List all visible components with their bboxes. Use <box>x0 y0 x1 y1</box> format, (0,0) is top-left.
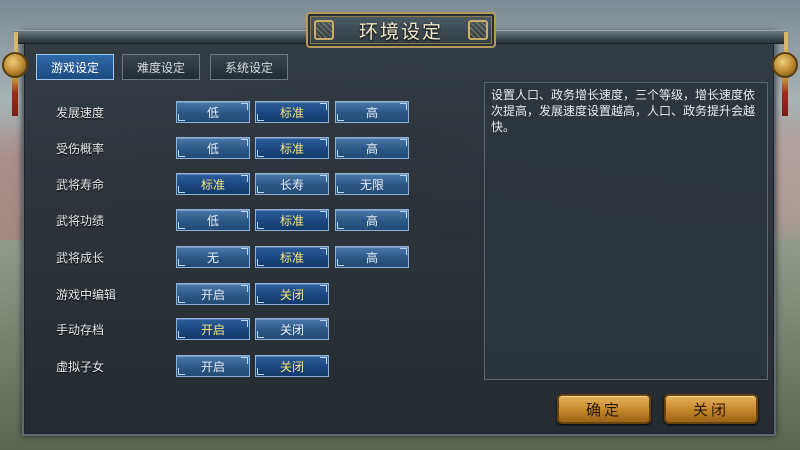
option-manual-save-0[interactable]: 开启 <box>176 318 250 340</box>
left-tassel-icon <box>12 78 18 116</box>
tab-system-settings[interactable]: 系统设定 <box>210 54 288 80</box>
option-officer-growth-2[interactable]: 高 <box>335 246 409 268</box>
option-officer-merit-0[interactable]: 低 <box>176 209 250 231</box>
setting-label-virtual-children: 虚拟子女 <box>56 360 105 374</box>
tab-difficulty-settings[interactable]: 难度设定 <box>122 54 200 80</box>
right-medallion-icon <box>772 52 798 78</box>
setting-label-growth-speed: 发展速度 <box>56 106 105 120</box>
description-text: 设置人口、政务增长速度，三个等级，增长速度依次提高，发展速度设置越高，人口、政务… <box>491 88 756 134</box>
option-growth-speed-2[interactable]: 高 <box>335 101 409 123</box>
option-officer-lifespan-2[interactable]: 无限 <box>335 173 409 195</box>
option-officer-merit-2[interactable]: 高 <box>335 209 409 231</box>
tab-game-settings[interactable]: 游戏设定 <box>36 54 114 80</box>
setting-label-manual-save: 手动存档 <box>56 323 105 337</box>
title-ornament-right-icon <box>468 20 488 40</box>
option-growth-speed-0[interactable]: 低 <box>176 101 250 123</box>
option-injury-rate-1[interactable]: 标准 <box>255 137 329 159</box>
option-injury-rate-0[interactable]: 低 <box>176 137 250 159</box>
option-officer-lifespan-1[interactable]: 长寿 <box>255 173 329 195</box>
option-officer-lifespan-0[interactable]: 标准 <box>176 173 250 195</box>
setting-label-officer-merit: 武将功绩 <box>56 214 105 228</box>
close-button[interactable]: 关闭 <box>664 394 758 424</box>
option-virtual-children-0[interactable]: 开启 <box>176 355 250 377</box>
option-in-game-edit-0[interactable]: 开启 <box>176 283 250 305</box>
title-ornament-left-icon <box>314 20 334 40</box>
left-medallion-icon <box>2 52 28 78</box>
setting-label-in-game-edit: 游戏中编辑 <box>56 288 117 302</box>
right-rope <box>784 32 788 54</box>
option-growth-speed-1[interactable]: 标准 <box>255 101 329 123</box>
setting-label-injury-rate: 受伤概率 <box>56 142 105 156</box>
description-panel: 设置人口、政务增长速度，三个等级，增长速度依次提高，发展速度设置越高，人口、政务… <box>484 82 768 380</box>
option-manual-save-1[interactable]: 关闭 <box>255 318 329 340</box>
option-officer-merit-1[interactable]: 标准 <box>255 209 329 231</box>
setting-label-officer-growth: 武将成长 <box>56 251 105 265</box>
option-officer-growth-0[interactable]: 无 <box>176 246 250 268</box>
confirm-button[interactable]: 确定 <box>557 394 651 424</box>
option-injury-rate-2[interactable]: 高 <box>335 137 409 159</box>
setting-label-officer-lifespan: 武将寿命 <box>56 178 105 192</box>
option-in-game-edit-1[interactable]: 关闭 <box>255 283 329 305</box>
option-virtual-children-1[interactable]: 关闭 <box>255 355 329 377</box>
left-rope <box>14 32 18 54</box>
option-officer-growth-1[interactable]: 标准 <box>255 246 329 268</box>
right-tassel-icon <box>782 78 788 116</box>
title-plate: 环境设定 <box>306 12 496 48</box>
page-title: 环境设定 <box>358 20 443 43</box>
